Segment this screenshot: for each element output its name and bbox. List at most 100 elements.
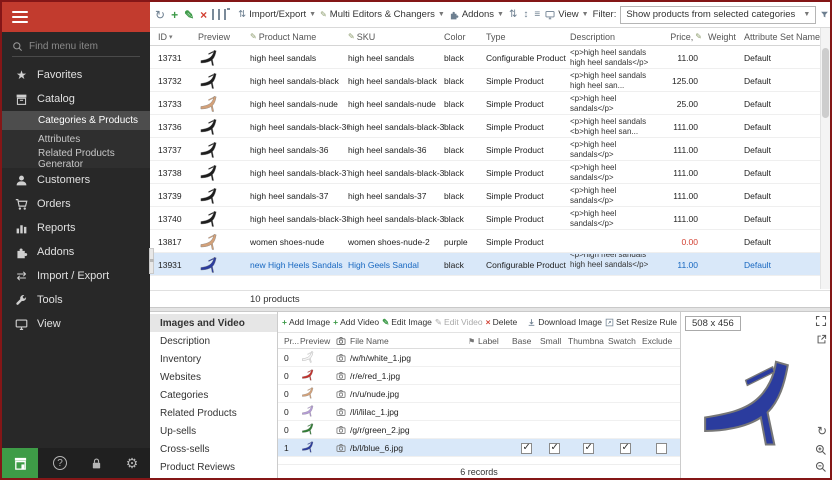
cell-product-name[interactable]: high heel sandals [250, 46, 348, 69]
panel-resize-handle[interactable]: ≡ [149, 248, 154, 274]
column-header-preview[interactable]: Preview [198, 32, 250, 42]
column-header-price[interactable]: Price,✎ [660, 32, 708, 42]
column-header-weight[interactable]: Weight [708, 32, 744, 42]
expand-rows-icon[interactable]: ↕ [522, 10, 529, 20]
column-header-exclude[interactable]: Exclude [642, 336, 680, 346]
sidebar-search[interactable] [12, 41, 140, 57]
open-in-new-icon[interactable] [816, 334, 827, 345]
zoom-out-icon[interactable] [815, 461, 827, 473]
cell-sku[interactable]: high heel sandals-black [348, 69, 444, 92]
tab-description[interactable]: Description [150, 332, 277, 350]
product-row[interactable]: 13739 high heel sandals-37 high heel san… [150, 184, 820, 207]
lock-button[interactable] [78, 448, 114, 478]
sidebar-item-categories-products[interactable]: Categories & Products [2, 111, 150, 130]
delete-product-icon[interactable]: × [199, 9, 208, 21]
column-header-base[interactable]: Base [512, 336, 540, 346]
cell-sku[interactable]: high heel sandals-black-38 [348, 207, 444, 230]
help-button[interactable]: ? [42, 448, 78, 478]
sidebar-item-view[interactable]: View [2, 312, 150, 336]
cell-price[interactable]: 11.00 [660, 253, 708, 276]
column-header-id[interactable]: ID▾ [158, 32, 198, 42]
cell-product-name[interactable]: high heel sandals-36 [250, 138, 348, 161]
import-export-menu[interactable]: ⇅Import/Export▼ [238, 9, 316, 20]
small-checkbox[interactable] [549, 443, 560, 454]
product-row[interactable]: 13740 high heel sandals-black-38 high he… [150, 207, 820, 230]
cell-price[interactable]: 111.00 [660, 161, 708, 184]
cell-product-name[interactable]: high heel sandals-black [250, 69, 348, 92]
image-row[interactable]: 0 /r/e/red_1.jpg [278, 367, 680, 385]
image-row-selected[interactable]: 1 /b/l/blue_6.jpg [278, 439, 680, 457]
sidebar-item-catalog[interactable]: Catalog [2, 87, 150, 111]
column-header-file-name[interactable]: File Name [350, 336, 468, 346]
base-checkbox[interactable] [521, 443, 532, 454]
column-header-preview[interactable]: Preview [300, 336, 336, 346]
addons-menu[interactable]: Addons▼ [449, 9, 504, 20]
product-row[interactable]: 13731 high heel sandals high heel sandal… [150, 46, 820, 69]
edit-image-button[interactable]: ✎Edit Image [382, 317, 432, 328]
tab-inventory[interactable]: Inventory [150, 350, 277, 368]
copy-icon[interactable] [212, 9, 214, 20]
column-header-small[interactable]: Small [540, 336, 568, 346]
edit-product-icon[interactable]: ✎ [183, 9, 195, 21]
sort-icon[interactable]: ⇅ [508, 10, 518, 20]
cell-price[interactable]: 111.00 [660, 184, 708, 207]
store-button[interactable] [2, 448, 38, 478]
duplicate-icon[interactable] [218, 9, 220, 20]
product-row[interactable]: 13733 high heel sandals-nude high heel s… [150, 92, 820, 115]
cell-sku[interactable]: high heel sandals [348, 46, 444, 69]
tab-product-reviews[interactable]: Product Reviews [150, 458, 277, 476]
image-size-field[interactable]: 508 x 456 [685, 316, 741, 331]
cell-product-name[interactable]: high heel sandals-black-36 [250, 115, 348, 138]
cell-product-name[interactable]: women shoes-nude [250, 230, 348, 253]
column-header-sku[interactable]: ✎SKU [348, 32, 444, 42]
add-image-button[interactable]: +Add Image [282, 317, 330, 327]
add-product-icon[interactable]: + [170, 9, 179, 21]
column-header-product-name[interactable]: ✎Product Name [250, 32, 348, 42]
product-row[interactable]: 13737 high heel sandals-36 high heel san… [150, 138, 820, 161]
thumbnail-checkbox[interactable] [583, 443, 594, 454]
cell-price[interactable]: 11.00 [660, 46, 708, 69]
product-row[interactable]: 13736 high heel sandals-black-36 high he… [150, 115, 820, 138]
download-image-button[interactable]: Download Image [527, 317, 602, 327]
sidebar-item-customers[interactable]: Customers [2, 168, 150, 192]
cell-product-name[interactable]: high heel sandals-black-38 [250, 207, 348, 230]
cell-product-name[interactable]: high heel sandals-37 [250, 184, 348, 207]
multi-editors-menu[interactable]: ✎Multi Editors & Changers▼ [320, 9, 445, 20]
cell-sku[interactable]: high heel sandals-nude [348, 92, 444, 115]
cell-product-name[interactable]: new High Heels Sandals [250, 253, 348, 276]
cell-sku[interactable]: high heel sandals-37 [348, 184, 444, 207]
product-row-selected[interactable]: 13931 new High Heels Sandals High Geels … [150, 253, 820, 276]
column-header-position[interactable]: Pr... [284, 336, 300, 346]
cell-sku[interactable]: high heel sandals-black-36 [348, 115, 444, 138]
zoom-in-icon[interactable] [815, 444, 827, 456]
filters-menu[interactable]: Filters▼ [820, 9, 830, 20]
cell-price[interactable]: 111.00 [660, 138, 708, 161]
settings-button[interactable]: ⚙ [114, 448, 150, 478]
cell-price[interactable]: 111.00 [660, 207, 708, 230]
sidebar-item-tools[interactable]: Tools [2, 288, 150, 312]
image-row[interactable]: 0 /w/h/white_1.jpg [278, 349, 680, 367]
cell-price[interactable]: 125.00 [660, 69, 708, 92]
sidebar-item-import-export[interactable]: ⇄Import / Export [2, 264, 150, 288]
refresh-icon[interactable]: ↻ [154, 9, 166, 21]
image-row[interactable]: 0 /l/i/lilac_1.jpg [278, 403, 680, 421]
column-header-description[interactable]: Description [570, 32, 660, 42]
cell-price[interactable]: 111.00 [660, 115, 708, 138]
exclude-checkbox[interactable] [656, 443, 667, 454]
swatch-checkbox[interactable] [620, 443, 631, 454]
cell-product-name[interactable]: high heel sandals-black-37 [250, 161, 348, 184]
product-row[interactable]: 13732 high heel sandals-black high heel … [150, 69, 820, 92]
tab-cross-sells[interactable]: Cross-sells [150, 440, 277, 458]
column-header-attribute-set[interactable]: Attribute Set Name [744, 32, 820, 42]
sidebar-item-related-products-generator[interactable]: Related Products Generator [2, 149, 150, 168]
vertical-scrollbar[interactable] [820, 28, 830, 289]
search-input[interactable] [29, 41, 129, 52]
column-header-label[interactable]: Label [478, 336, 512, 346]
view-menu[interactable]: View▼ [545, 9, 588, 20]
filter-dropdown[interactable]: Show products from selected categories▼ [620, 6, 816, 24]
sidebar-item-addons[interactable]: Addons [2, 240, 150, 264]
tab-websites[interactable]: Websites [150, 368, 277, 386]
paste-icon[interactable] [224, 9, 226, 20]
column-header-swatch[interactable]: Swatch [608, 336, 642, 346]
columns-icon[interactable]: ≡ [533, 10, 541, 20]
